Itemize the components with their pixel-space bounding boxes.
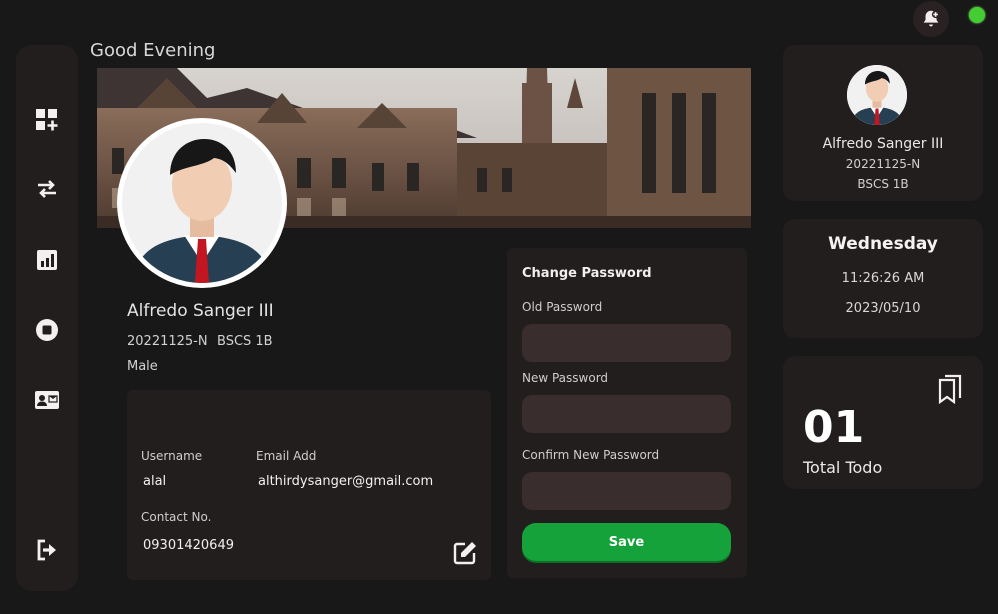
- profile-course: BSCS 1B: [217, 334, 273, 349]
- chart-icon: [37, 250, 57, 270]
- username-label: Username: [141, 449, 203, 463]
- email-value: althirdysanger@gmail.com: [258, 474, 434, 489]
- change-password-title: Change Password: [522, 266, 652, 281]
- contact-value: 09301420649: [143, 538, 234, 553]
- old-password-input[interactable]: [522, 324, 731, 362]
- nav-dashboard[interactable]: [34, 107, 60, 133]
- datetime-card: Wednesday 11:26:26 AM 2023/05/10: [783, 219, 983, 338]
- todo-label: Total Todo: [803, 458, 883, 477]
- profile-gender: Male: [127, 359, 158, 374]
- stop-icon: [36, 319, 58, 341]
- contact-card-icon: [35, 391, 59, 409]
- user-summary-course: BSCS 1B: [857, 177, 909, 191]
- email-label: Email Add: [256, 449, 317, 463]
- confirm-password-input[interactable]: [522, 472, 731, 510]
- day-of-week: Wednesday: [828, 234, 938, 254]
- edit-profile-button[interactable]: [452, 540, 478, 566]
- online-status-indicator: [969, 7, 985, 23]
- todo-summary-card[interactable]: 01 Total Todo: [783, 356, 983, 489]
- save-password-button[interactable]: Save: [522, 523, 731, 561]
- new-password-label: New Password: [522, 371, 609, 385]
- username-value: alal: [143, 474, 167, 489]
- logout-button[interactable]: [34, 537, 60, 563]
- change-password-card: Change Password Old Password New Passwor…: [507, 248, 747, 578]
- profile-avatar: [117, 118, 287, 288]
- greeting-text: Good Evening: [90, 40, 216, 61]
- user-summary-avatar: [847, 65, 907, 125]
- current-date: 2023/05/10: [845, 301, 921, 316]
- transfer-icon: [38, 180, 56, 198]
- logout-icon: [37, 539, 56, 561]
- todo-bookmark-button[interactable]: [937, 374, 963, 408]
- dashboard-add-icon: [36, 109, 58, 131]
- new-password-input[interactable]: [522, 395, 731, 433]
- nav-reports[interactable]: [34, 247, 60, 273]
- user-summary-id: 20221125-N: [845, 157, 921, 171]
- account-info-card: Username alal Email Add althirdysanger@g…: [127, 390, 491, 580]
- nav-transactions[interactable]: [34, 176, 60, 202]
- user-summary-name: Alfredo Sanger III: [822, 136, 944, 152]
- todo-count: 01: [803, 402, 865, 453]
- confirm-password-label: Confirm New Password: [522, 448, 660, 462]
- bookmark-icon: [938, 374, 962, 405]
- contact-label: Contact No.: [141, 510, 212, 524]
- profile-name: Alfredo Sanger III: [127, 301, 274, 321]
- old-password-label: Old Password: [522, 300, 603, 314]
- nav-stop[interactable]: [34, 317, 60, 343]
- nav-contacts[interactable]: [34, 387, 60, 413]
- user-summary-card: Alfredo Sanger III 20221125-N BSCS 1B: [783, 45, 983, 201]
- notification-button[interactable]: [913, 1, 949, 37]
- notification-bell-icon: [923, 10, 940, 27]
- profile-student-id: 20221125-N: [127, 334, 208, 349]
- sidebar: [16, 45, 78, 591]
- edit-icon: [453, 542, 476, 565]
- current-time: 11:26:26 AM: [841, 271, 925, 286]
